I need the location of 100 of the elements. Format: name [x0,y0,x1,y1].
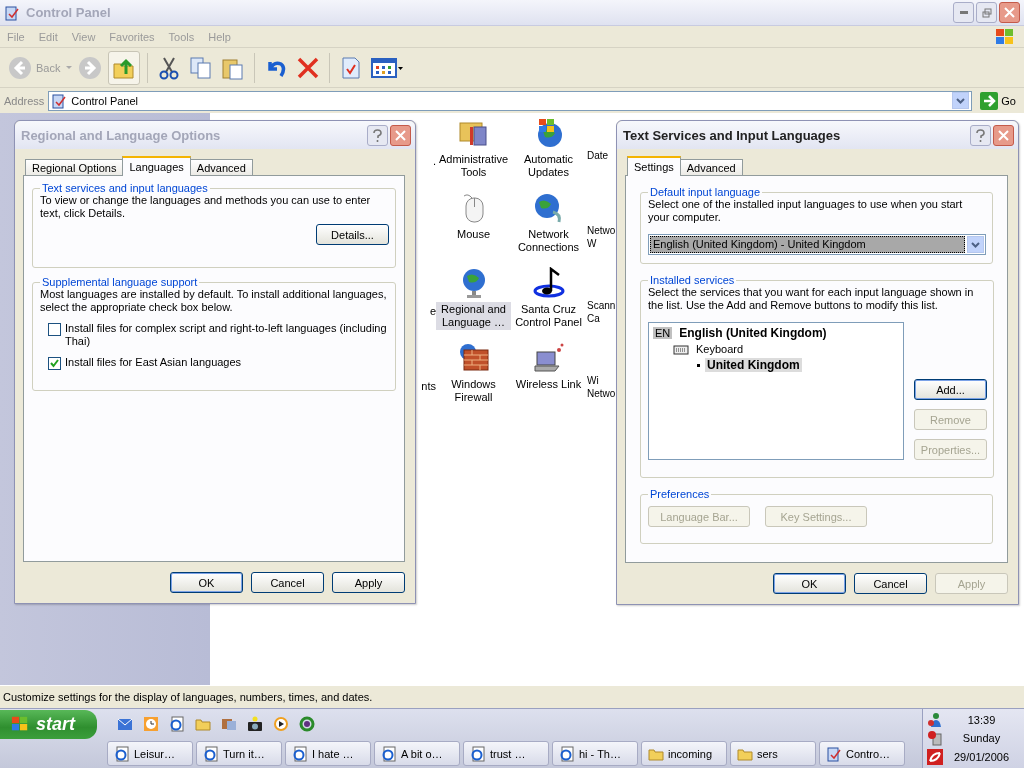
windows-flag-icon [10,715,30,733]
taskbar-button[interactable]: sers [730,741,816,766]
group-title: Supplemental language support [41,276,199,288]
help-icon [373,128,382,142]
language-dropdown[interactable]: English (United Kingdom) - United Kingdom [648,234,986,255]
quick-launch-button[interactable] [271,714,291,734]
address-field[interactable]: Control Panel [48,90,973,111]
browser-page-icon [203,745,219,762]
folder-icon [195,716,211,732]
dialog-button[interactable]: OK [170,572,243,593]
start-button[interactable]: start [0,709,97,739]
control-panel-icon [826,745,842,762]
icon-label: e [428,305,436,318]
status-text: Customize settings for the display of languages, numbers, times, and dates. [3,691,373,703]
go-button[interactable]: Go [976,91,1020,110]
chevron-down-icon [971,241,980,248]
up-folder-button[interactable] [108,50,141,85]
taskbar-button[interactable]: I hate … [285,741,371,766]
user-icon [927,712,943,729]
checkbox[interactable] [48,323,61,336]
brick-wall-globe-icon [457,342,490,374]
close-button[interactable] [993,124,1014,146]
icon-label[interactable]: Network Connections [511,227,586,255]
photos-icon [221,716,237,732]
icon-label[interactable]: Santa Cruz Control Panel [511,302,586,330]
close-button[interactable] [999,2,1020,23]
play-icon [273,716,289,732]
tree-item[interactable]: Keyboard [694,343,746,355]
checkbox[interactable] [48,357,61,370]
windows-flag-icon [994,26,1016,47]
list-button[interactable]: Add... [914,379,987,400]
clock-icon [143,716,159,732]
tab[interactable]: Languages [122,156,191,176]
minimize-button[interactable] [953,2,974,23]
copy-icon [189,55,214,80]
close-icon [395,129,406,141]
dialog-button[interactable]: OK [773,573,846,594]
dialog-title: Regional and Language Options [21,127,222,143]
tree-item[interactable]: English (United Kingdom) [677,326,829,340]
clock-day: Sunday [962,732,1001,745]
language-badge: EN [653,327,673,339]
icon-label: Netwo W [586,224,616,250]
details-button[interactable]: Details... [316,224,389,245]
description-text: Most languages are installed by default. To install additional languages, select the appropriate check box below. [40,288,388,314]
browser-page-icon [292,745,308,762]
description-text: To view or change the languages and methods you can use to enter text, click Details. [40,194,372,220]
views-grid-icon [371,55,404,80]
envelope-icon [117,716,133,732]
laptop-icon [532,342,565,374]
chevron-down-icon [956,97,966,104]
browser-page-icon [559,745,575,762]
dropdown-button[interactable] [967,236,984,253]
tree-item[interactable]: United Kingdom [705,358,802,372]
taskbar-button[interactable]: trust … [463,741,549,766]
close-icon [1004,7,1015,18]
dialog-button[interactable]: Apply [332,572,405,593]
clock-time: 13:39 [967,714,996,727]
icon-label[interactable]: Administrative Tools [436,152,511,180]
browser-page-icon [169,716,185,732]
taskbar-button[interactable]: Contro… [819,741,905,766]
taskbar-button[interactable]: A bit o… [374,741,460,766]
tab[interactable]: Regional Options [25,159,124,176]
taskbar-button[interactable]: Leisur… [107,741,193,766]
dialog-button[interactable]: Cancel [251,572,324,593]
help-button[interactable] [367,124,388,146]
address-label: Address [4,94,45,107]
tab[interactable]: Advanced [189,159,253,176]
keyboard-icon [673,343,689,355]
quick-launch-button[interactable] [245,714,265,734]
icon-label: Date [586,149,610,162]
dropdown-arrow-icon [66,66,73,69]
browser-page-icon [381,745,397,762]
maximize-button[interactable] [976,2,997,23]
help-button[interactable] [970,124,991,146]
browser-page-icon [470,745,486,762]
close-button[interactable] [390,124,411,146]
quick-launch-button[interactable] [297,714,317,734]
ring-icon [299,716,315,732]
taskbar-button[interactable]: Turn it… [196,741,282,766]
icon-label[interactable]: Windows Firewall [436,377,511,405]
icon-label[interactable]: Regional and Language … [436,302,511,330]
group-title: Preferences [649,488,711,500]
description-text: Select the services that you want for each input language shown in the list. Use the Add and Remove buttons to modify this list. [648,286,975,312]
taskbar-button[interactable]: hi - Th… [552,741,638,766]
icon-label[interactable]: Automatic Updates [511,152,586,180]
arrows-icon [927,748,943,765]
dialog-button[interactable]: Cancel [854,573,927,594]
taskbar-button[interactable]: incoming [641,741,727,766]
checkmark-icon [50,359,59,368]
restore-icon [981,7,992,18]
icon-label[interactable]: Wireless Link [513,377,584,392]
dropdown-button[interactable] [952,92,970,109]
tab[interactable]: Advanced [679,159,743,176]
icon-label[interactable]: Mouse [455,227,492,242]
control-panel-icon [51,92,68,109]
checkbox-label: Install files for East Asian languages [65,356,242,369]
tab[interactable]: Settings [627,156,681,176]
clock-date: 29/01/2006 [953,750,1010,763]
go-arrow-icon [980,91,999,110]
minimize-icon [959,11,968,14]
